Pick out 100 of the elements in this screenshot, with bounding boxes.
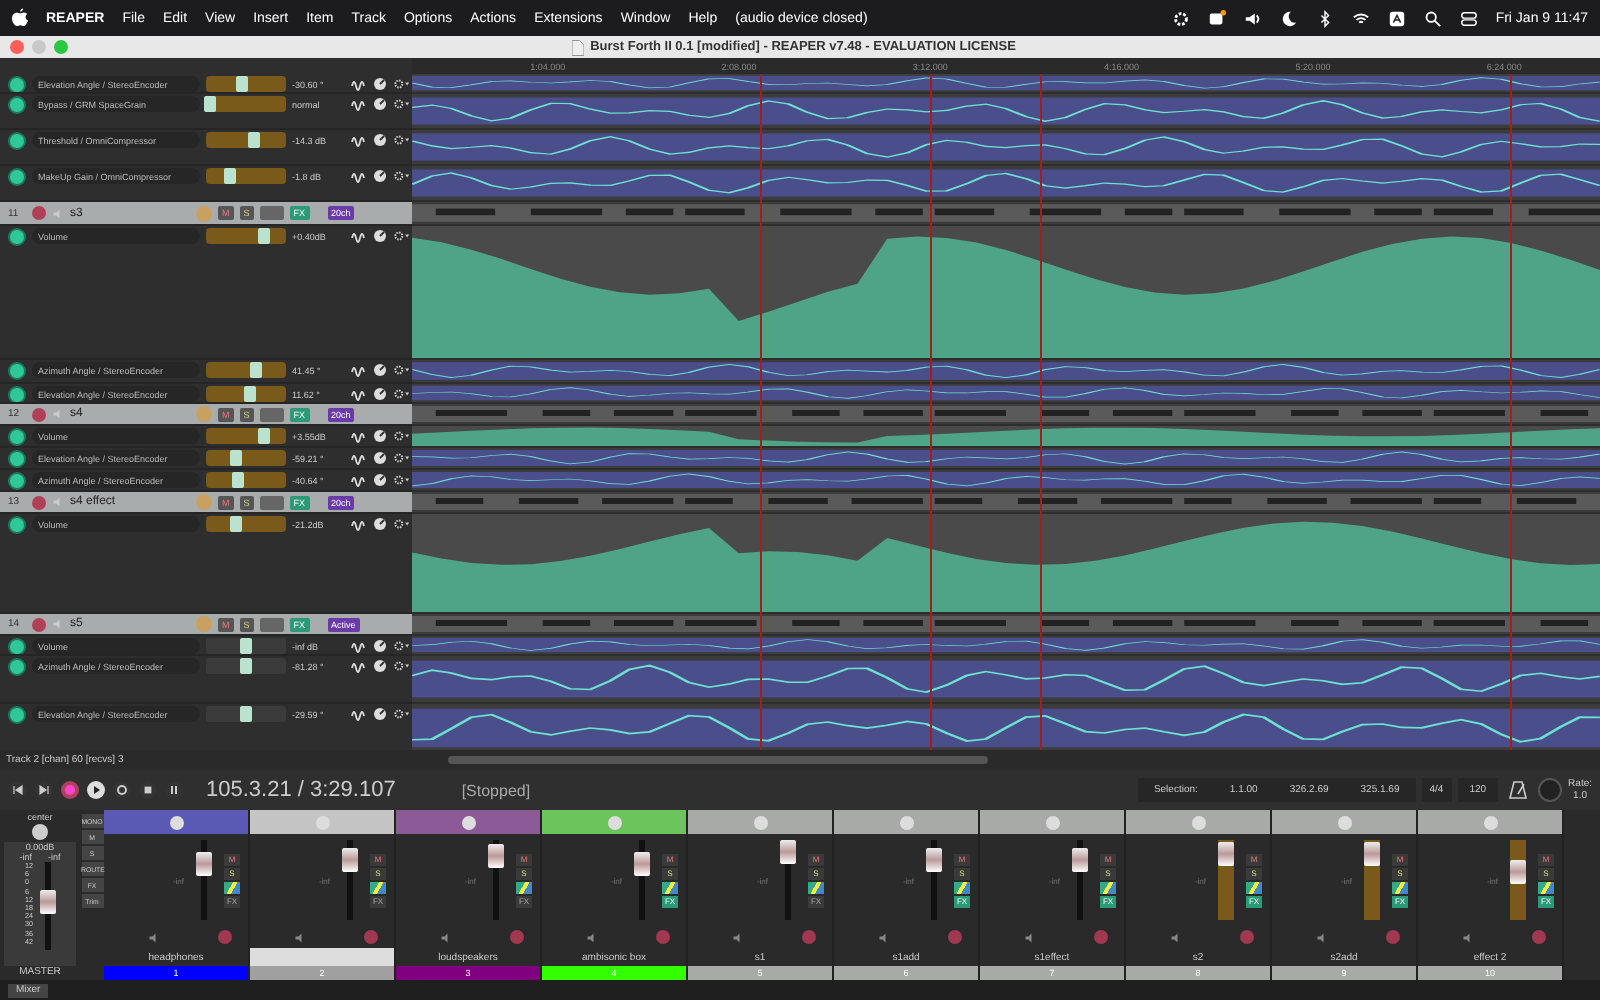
envelope-lane-drawing[interactable] [412,166,1600,200]
marker-line[interactable] [1510,74,1512,750]
settings-icon[interactable] [394,362,410,378]
knob-icon[interactable] [372,132,388,148]
fader-thumb[interactable] [1072,848,1088,872]
fader-track[interactable] [1072,840,1088,920]
envelope-slider[interactable] [206,132,286,148]
envelope-slider[interactable] [206,450,286,466]
speaker-icon[interactable] [1316,931,1328,943]
wave-icon[interactable] [350,168,366,184]
settings-icon[interactable] [394,386,410,402]
wave-icon[interactable] [350,228,366,244]
speaker-icon[interactable] [1170,931,1182,943]
slider-thumb[interactable] [232,472,244,488]
speaker-icon[interactable] [440,931,452,943]
pan-knob[interactable] [461,815,475,829]
volume-fader[interactable] [259,617,284,631]
fader-thumb[interactable] [1218,842,1234,867]
settings-icon[interactable] [394,658,410,674]
fader-track[interactable] [634,840,650,920]
slider-thumb[interactable] [257,428,270,444]
record-arm-button[interactable] [32,407,46,421]
knob-icon[interactable] [372,228,388,244]
phase-button[interactable] [370,881,386,893]
slider-thumb[interactable] [204,96,216,112]
skip-forward-icon[interactable] [34,780,54,800]
play-icon[interactable] [86,780,106,800]
phase-button[interactable] [1538,881,1554,893]
speaker-icon[interactable] [1024,931,1036,943]
envelope-toggle[interactable] [8,450,26,468]
fader-track[interactable] [342,840,358,920]
fader-track[interactable] [1218,840,1234,920]
settings-icon[interactable] [394,706,410,722]
envelope-slider[interactable] [206,428,286,444]
settings-icon[interactable] [394,76,410,92]
fader-thumb[interactable] [342,848,358,872]
fader-thumb[interactable] [634,852,650,876]
envelope-lane-drawing[interactable] [412,360,1600,382]
phase-button[interactable] [1392,881,1408,893]
volume-fader[interactable] [259,495,284,509]
pan-knob[interactable] [32,824,48,840]
marker-line[interactable] [930,74,932,750]
fader-track[interactable] [488,840,504,920]
envelope-lane-drawing[interactable] [412,448,1600,468]
phase-button[interactable] [954,881,970,893]
envelope-lane-drawing[interactable] [412,470,1600,490]
settings-icon[interactable] [394,472,410,488]
wave-icon[interactable] [350,132,366,148]
knob-icon[interactable] [372,386,388,402]
repeat-icon[interactable] [112,780,132,800]
envelope-lane-drawing[interactable] [412,704,1600,750]
envelope-slider[interactable] [206,658,286,674]
settings-icon[interactable] [394,168,410,184]
settings-icon[interactable] [394,638,410,654]
envelope-toggle[interactable] [8,638,26,654]
speaker-icon[interactable] [732,931,744,943]
fader-track[interactable] [780,840,796,920]
phase-button[interactable] [1246,881,1262,893]
moon-icon[interactable] [1279,9,1298,27]
keyboard-input-icon[interactable] [1387,9,1406,27]
knob-icon[interactable] [372,472,388,488]
envelope-slider[interactable] [206,638,286,654]
envelope-slider[interactable] [206,706,286,722]
envelope-slider[interactable] [206,76,286,92]
slider-thumb[interactable] [230,450,243,466]
envelope-toggle[interactable] [8,228,26,246]
envelope-slider[interactable] [206,472,286,488]
fader-thumb[interactable] [1364,842,1380,867]
horizontal-scrollbar[interactable] [448,756,988,764]
settings-icon[interactable] [394,428,410,444]
knob-icon[interactable] [372,76,388,92]
volume-icon[interactable] [1243,9,1262,27]
fader-thumb[interactable] [926,848,942,872]
settings-icon[interactable] [394,96,410,112]
phase-button[interactable] [808,881,824,893]
fader-thumb[interactable] [488,844,504,868]
envelope-lane-drawing[interactable] [412,636,1600,654]
envelope-lane-drawing[interactable] [412,130,1600,164]
apple-logo-icon[interactable] [12,8,28,28]
control-center-icon[interactable] [1459,9,1478,27]
slider-thumb[interactable] [240,706,252,722]
wave-icon[interactable] [350,706,366,722]
bluetooth-icon[interactable] [1315,9,1334,27]
envelope-toggle[interactable] [8,516,26,534]
volume-fader[interactable] [259,206,284,220]
search-icon[interactable] [1423,9,1442,27]
knob-icon[interactable] [372,450,388,466]
envelope-lane-drawing[interactable] [412,74,1600,92]
fader-track[interactable] [1364,840,1380,920]
knob-icon[interactable] [372,638,388,654]
envelope-slider[interactable] [206,228,286,244]
settings-icon[interactable] [394,132,410,148]
slider-thumb[interactable] [248,132,260,148]
pan-knob[interactable] [169,815,183,829]
knob-icon[interactable] [372,658,388,674]
envelope-toggle[interactable] [8,658,26,676]
knob-icon[interactable] [372,96,388,112]
knob-icon[interactable] [372,362,388,378]
speaker-icon[interactable] [294,931,306,943]
phase-button[interactable] [1100,881,1116,893]
